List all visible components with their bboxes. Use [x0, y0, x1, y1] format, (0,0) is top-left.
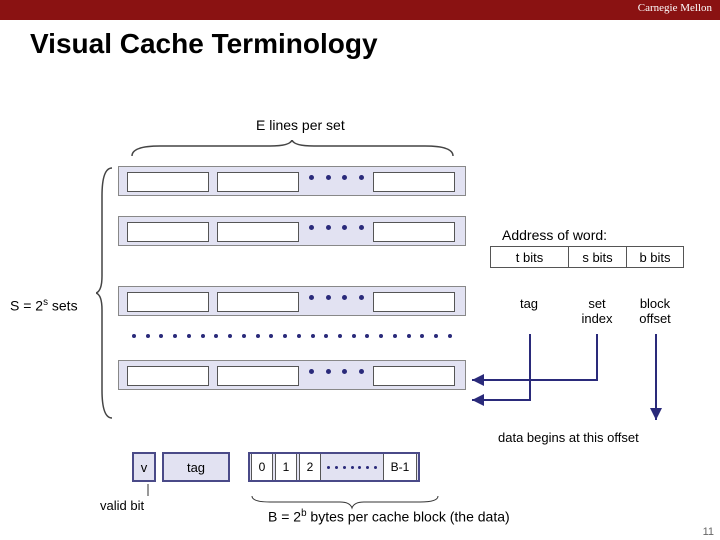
- hdots-icon: [309, 295, 364, 300]
- set-index-label: set index: [568, 296, 626, 326]
- hbrace-icon: [130, 140, 455, 158]
- set-row: [118, 166, 466, 196]
- hdots-icon: [309, 175, 364, 180]
- t-bits-cell: t bits: [490, 246, 568, 268]
- block-offset-label: block offset: [626, 296, 684, 326]
- tag-label: tag: [490, 296, 568, 326]
- byte-cell: B-1: [383, 454, 417, 480]
- line-cell: [373, 292, 455, 312]
- byte-cell: 2: [299, 454, 321, 480]
- cache-line-detail: v tag 0 1 2 B-1: [132, 452, 420, 482]
- vbrace-icon: [96, 166, 114, 420]
- line-cell: [373, 222, 455, 242]
- set-row: [118, 286, 466, 316]
- vdots-icon: [118, 334, 466, 338]
- line-cell: [127, 222, 209, 242]
- s-bits-cell: s bits: [568, 246, 626, 268]
- hdots-icon: [322, 466, 382, 469]
- sets-label: S = 2s sets: [10, 297, 78, 314]
- page-number: 11: [703, 526, 714, 538]
- data-bytes: 0 1 2 B-1: [248, 452, 420, 482]
- offset-note: data begins at this offset: [498, 430, 639, 445]
- line-cell: [127, 292, 209, 312]
- line-cell: [373, 366, 455, 386]
- line-cell: [217, 292, 299, 312]
- line-cell: [217, 222, 299, 242]
- address-table: t bits s bits b bits: [490, 246, 684, 268]
- byte-cell: 1: [275, 454, 297, 480]
- line-cell: [127, 366, 209, 386]
- set-row: [118, 216, 466, 246]
- slide-title: Visual Cache Terminology: [30, 28, 720, 60]
- line-cell: [127, 172, 209, 192]
- brand-label: Carnegie Mellon: [638, 2, 712, 14]
- line-cell: [217, 366, 299, 386]
- address-title: Address of word:: [502, 227, 607, 243]
- line-cell: [373, 172, 455, 192]
- tag-box: tag: [162, 452, 230, 482]
- valid-bit-box: v: [132, 452, 156, 482]
- set-row: [118, 360, 466, 390]
- line-cell: [217, 172, 299, 192]
- valid-bit-label: valid bit: [100, 498, 144, 513]
- hdots-icon: [309, 225, 364, 230]
- lines-per-set-label: E lines per set: [256, 117, 345, 133]
- b-bits-cell: b bits: [626, 246, 684, 268]
- brand-bar: Carnegie Mellon: [0, 0, 720, 20]
- hdots-icon: [309, 369, 364, 374]
- byte-cell: 0: [251, 454, 273, 480]
- address-labels: tag set index block offset: [490, 296, 684, 326]
- bytes-per-block-label: B = 2b bytes per cache block (the data): [268, 508, 510, 525]
